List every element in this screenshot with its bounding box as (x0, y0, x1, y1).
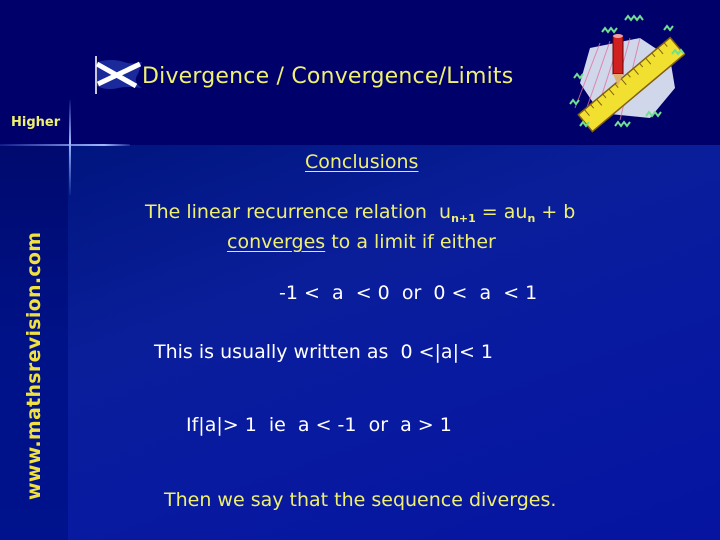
pencil-ruler-icon (560, 8, 700, 138)
divergence-condition: If|a|> 1 ie a < -1 or a > 1 (186, 414, 452, 436)
level-label: Higher (11, 115, 61, 130)
page-title: Divergence / Convergence/Limits (142, 63, 514, 89)
vertical-divider (69, 100, 71, 195)
section-heading: Conclusions (305, 151, 419, 173)
relation-subscript-n-plus-1: n+1 (451, 212, 476, 225)
relation-mid: = au (475, 201, 528, 223)
conclusion-line: Then we say that the sequence diverges. (164, 489, 557, 511)
converges-rest: to a limit if either (325, 231, 496, 253)
website-url: www.mathsrevision.com (23, 231, 45, 500)
horizontal-divider (0, 144, 130, 146)
scottish-flag-icon (92, 56, 142, 96)
relation-end: + b (535, 201, 576, 223)
relation-intro: The linear recurrence relation (145, 201, 427, 223)
converges-word: converges (227, 231, 326, 253)
usually-written-line: This is usually written as 0 <|a|< 1 (154, 341, 494, 363)
slide: Divergence / Convergence/Limits Higher w… (0, 0, 720, 540)
converges-line: converges to a limit if either (227, 231, 496, 253)
convergence-condition: -1 < a < 0 or 0 < a < 1 (279, 282, 538, 304)
recurrence-relation-line: The linear recurrence relation un+1 = au… (145, 201, 575, 225)
title-row: Divergence / Convergence/Limits (92, 56, 513, 96)
relation-u: u (439, 201, 452, 223)
